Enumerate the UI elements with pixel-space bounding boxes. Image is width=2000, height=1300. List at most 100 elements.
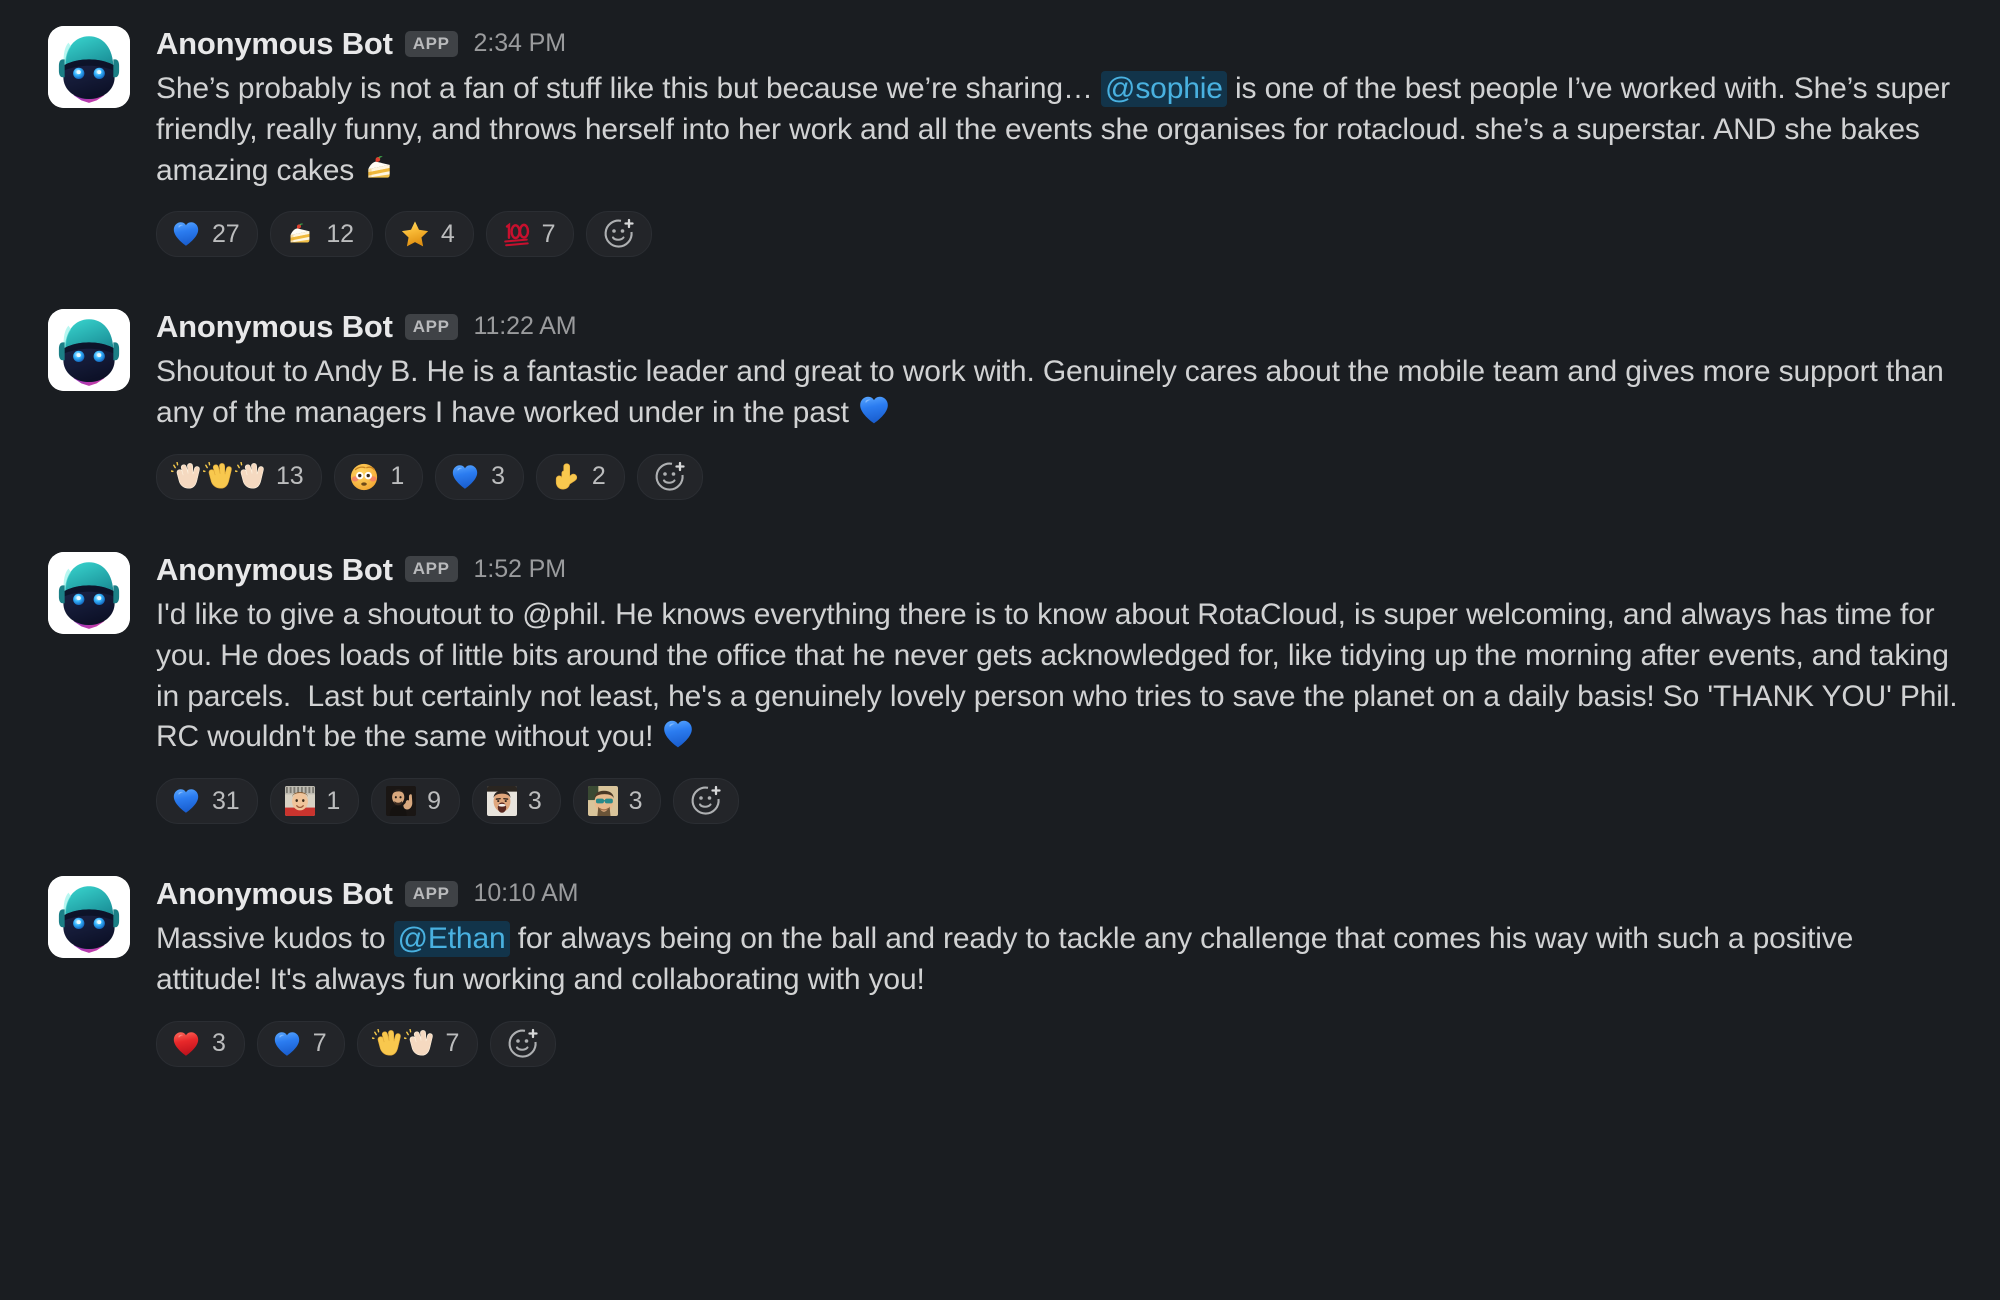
reaction-pill[interactable]: 7 [485, 211, 575, 258]
blue-heart-icon [661, 717, 695, 751]
reaction-count: 3 [527, 786, 542, 815]
add-reaction-button[interactable] [586, 211, 653, 258]
custom-photo-kid-icon [285, 786, 316, 817]
robot-avatar-icon [48, 876, 130, 959]
clap-light-icon [171, 461, 201, 492]
avatar[interactable] [48, 876, 130, 959]
message: Anonymous Bot APP 11:22 AM Shoutout to Andy… [0, 309, 2000, 500]
app-badge: APP [404, 313, 458, 340]
reaction-count: 1 [326, 786, 341, 815]
reaction-pill[interactable]: 3 [572, 778, 662, 825]
reaction-pill[interactable]: 1 [334, 453, 424, 500]
reaction-pill[interactable]: 3 [156, 1020, 245, 1067]
robot-avatar-icon [48, 551, 130, 634]
app-badge: APP [404, 30, 458, 57]
red-heart-icon [171, 1029, 201, 1059]
message-author[interactable]: Anonymous Bot [156, 878, 393, 909]
avatar[interactable] [48, 551, 130, 634]
message-body: Anonymous Bot APP 10:10 AM Massive kudos to… [156, 876, 1960, 1067]
message-text: Shoutout to Andy B. He is a fantastic le… [156, 352, 1960, 434]
message-header: Anonymous Bot APP 1:52 PM [156, 554, 1960, 585]
user-mention[interactable]: @Ethan [393, 921, 510, 958]
message-header: Anonymous Bot APP 10:10 AM [156, 878, 1960, 909]
reaction-pill[interactable]: 3 [471, 778, 561, 825]
blue-heart-icon [171, 786, 201, 816]
user-mention[interactable]: @sophie [1101, 71, 1227, 107]
reaction-bar: 31 1 9 3 3 [156, 778, 1960, 825]
reaction-pill[interactable]: 2 [535, 453, 625, 500]
reaction-pill[interactable]: 3 [435, 453, 524, 500]
reaction-count: 7 [445, 1029, 460, 1058]
message-timestamp[interactable]: 1:52 PM [474, 556, 567, 582]
message-author[interactable]: Anonymous Bot [156, 554, 393, 585]
reaction-emojis [551, 462, 581, 492]
add-reaction-icon [690, 785, 722, 817]
add-reaction-button[interactable] [673, 778, 740, 825]
message-header: Anonymous Bot APP 11:22 AM [156, 311, 1960, 342]
reaction-count: 1 [390, 462, 405, 491]
reaction-emojis [171, 219, 201, 249]
message-text-run: She’s probably is not a fan of stuff lik… [156, 72, 1102, 105]
reaction-count: 2 [591, 462, 606, 491]
reaction-count: 3 [491, 462, 505, 491]
reaction-pill[interactable]: 7 [256, 1020, 346, 1067]
reaction-count: 13 [276, 462, 304, 491]
add-reaction-icon [654, 461, 686, 493]
message-author[interactable]: Anonymous Bot [156, 311, 393, 342]
reaction-emojis [372, 1028, 434, 1059]
reaction-count: 7 [312, 1029, 327, 1058]
message-timestamp[interactable]: 2:34 PM [474, 31, 567, 56]
reaction-emojis [171, 461, 265, 492]
app-badge: APP [404, 880, 458, 907]
reaction-emojis [272, 1029, 302, 1059]
message-timestamp[interactable]: 11:22 AM [474, 314, 577, 339]
robot-avatar-icon [48, 309, 130, 392]
clap-medium-icon [372, 1028, 402, 1059]
reaction-pill[interactable]: 27 [156, 211, 259, 258]
blue-heart-icon [171, 219, 201, 249]
reaction-emojis [285, 219, 315, 249]
clap-light-icon [235, 461, 265, 492]
message-list: Anonymous Bot APP 2:34 PM She’s probably is… [0, 26, 2000, 1300]
message-timestamp[interactable]: 10:10 AM [474, 881, 579, 906]
message: Anonymous Bot APP 2:34 PM She’s probably is… [0, 26, 2000, 258]
index-pointing-up-icon [551, 462, 581, 492]
avatar[interactable] [48, 309, 130, 392]
flushed-face-icon [349, 462, 379, 492]
message: Anonymous Bot APP 10:10 AM Massive kudos to… [0, 876, 2000, 1067]
message-text-run: Massive kudos to [156, 922, 394, 956]
add-reaction-button[interactable] [636, 453, 703, 500]
reaction-pill[interactable]: 13 [156, 453, 323, 500]
message-body: Anonymous Bot APP 2:34 PM She’s probably is… [156, 26, 1960, 258]
clap-medium-icon [203, 461, 233, 492]
message-author[interactable]: Anonymous Bot [156, 28, 393, 59]
blue-heart-icon [450, 462, 480, 492]
reaction-pill[interactable]: 7 [357, 1020, 479, 1067]
reaction-emojis [450, 462, 480, 492]
reaction-pill[interactable]: 12 [270, 211, 373, 258]
reaction-emojis [349, 462, 379, 492]
robot-avatar-icon [48, 26, 130, 108]
reaction-pill[interactable]: 31 [156, 778, 259, 825]
reaction-count: 7 [541, 219, 556, 248]
reaction-pill[interactable]: 9 [371, 778, 460, 825]
add-reaction-button[interactable] [490, 1020, 557, 1067]
reaction-count: 27 [212, 219, 240, 248]
hundred-points-icon [501, 219, 531, 249]
reaction-pill[interactable]: 1 [270, 778, 360, 825]
message-body: Anonymous Bot APP 1:52 PM I'd like to give … [156, 552, 1960, 825]
reaction-emojis [386, 786, 417, 817]
reaction-count: 31 [212, 786, 240, 815]
app-badge: APP [404, 556, 458, 583]
message-text: I'd like to give a shoutout to @phil. He… [156, 595, 1960, 758]
message-text: Massive kudos to @Ethan for always being… [156, 919, 1960, 1001]
reaction-bar: 3 7 7 [156, 1020, 1960, 1067]
reaction-emojis [171, 786, 201, 816]
reaction-pill[interactable]: 4 [384, 211, 474, 258]
message-body: Anonymous Bot APP 11:22 AM Shoutout to Andy… [156, 309, 1960, 500]
reaction-emojis [501, 219, 531, 249]
avatar[interactable] [48, 26, 130, 108]
blue-heart-icon [272, 1029, 302, 1059]
reaction-emojis [400, 219, 430, 249]
custom-photo-sunglasses-man-icon [587, 786, 618, 817]
